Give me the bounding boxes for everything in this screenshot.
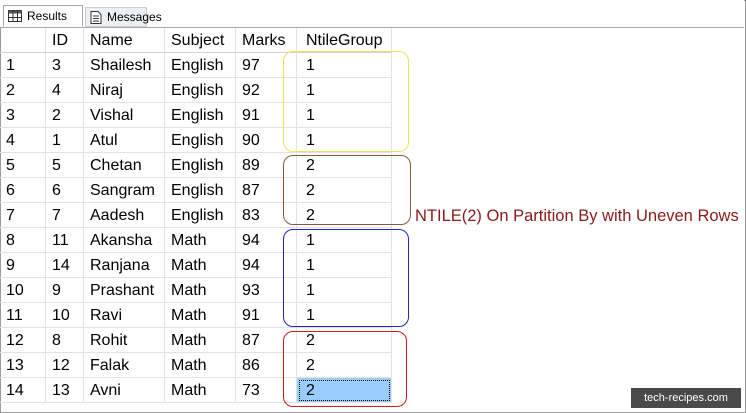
- watermark: tech-recipes.com: [631, 388, 741, 408]
- row-number-cell[interactable]: 5: [0, 153, 46, 178]
- cell-id[interactable]: 12: [46, 353, 84, 378]
- cell-id[interactable]: 1: [46, 128, 84, 153]
- cell-subject[interactable]: English: [165, 78, 236, 103]
- cell-subject[interactable]: English: [165, 128, 236, 153]
- annotation-text: NTILE(2) On Partition By with Uneven Row…: [415, 207, 739, 225]
- cell-id[interactable]: 2: [46, 103, 84, 128]
- cell-subject[interactable]: English: [165, 53, 236, 78]
- cell-name[interactable]: Atul: [84, 128, 165, 153]
- cell-subject[interactable]: Math: [165, 353, 236, 378]
- row-number-cell[interactable]: 11: [0, 303, 46, 328]
- cell-id[interactable]: 11: [46, 228, 84, 253]
- cell-name[interactable]: Prashant: [84, 278, 165, 303]
- cell-subject[interactable]: Math: [165, 328, 236, 353]
- cell-subject[interactable]: English: [165, 203, 236, 228]
- cell-name[interactable]: Ranjana: [84, 253, 165, 278]
- cell-id[interactable]: 3: [46, 53, 84, 78]
- column-header-subject[interactable]: Subject: [165, 28, 236, 53]
- cell-name[interactable]: Rohit: [84, 328, 165, 353]
- cell-id[interactable]: 6: [46, 178, 84, 203]
- row-number-cell[interactable]: 1: [0, 53, 46, 78]
- column-header-name[interactable]: Name: [84, 28, 165, 53]
- cell-name[interactable]: Falak: [84, 353, 165, 378]
- row-number-cell[interactable]: 4: [0, 128, 46, 153]
- row-number-cell[interactable]: 12: [0, 328, 46, 353]
- column-header-marks[interactable]: Marks: [236, 28, 297, 53]
- cell-name[interactable]: Niraj: [84, 78, 165, 103]
- cell-name[interactable]: Shailesh: [84, 53, 165, 78]
- cell-subject[interactable]: English: [165, 178, 236, 203]
- document-icon: [90, 11, 102, 24]
- row-number-cell[interactable]: 8: [0, 228, 46, 253]
- cell-subject[interactable]: English: [165, 103, 236, 128]
- cell-subject[interactable]: Math: [165, 378, 236, 403]
- cell-id[interactable]: 10: [46, 303, 84, 328]
- row-number-cell[interactable]: 2: [0, 78, 46, 103]
- cell-subject[interactable]: Math: [165, 303, 236, 328]
- cell-id[interactable]: 8: [46, 328, 84, 353]
- row-number-cell[interactable]: 10: [0, 278, 46, 303]
- tab-bar: Results Messages: [0, 0, 744, 28]
- group-box-math-1: [283, 229, 409, 327]
- cell-id[interactable]: 4: [46, 78, 84, 103]
- row-number-cell[interactable]: 3: [0, 103, 46, 128]
- cell-subject[interactable]: Math: [165, 278, 236, 303]
- row-number-cell[interactable]: 6: [0, 178, 46, 203]
- group-box-english-1: [283, 51, 409, 152]
- cell-id[interactable]: 13: [46, 378, 84, 403]
- tab-messages[interactable]: Messages: [85, 7, 162, 27]
- cell-name[interactable]: Chetan: [84, 153, 165, 178]
- cell-id[interactable]: 5: [46, 153, 84, 178]
- grid-icon: [8, 10, 22, 22]
- cell-name[interactable]: Ravi: [84, 303, 165, 328]
- tab-messages-label: Messages: [107, 10, 162, 24]
- column-header-row-number[interactable]: [0, 28, 46, 53]
- cell-name[interactable]: Akansha: [84, 228, 165, 253]
- row-number-cell[interactable]: 7: [0, 203, 46, 228]
- cell-name[interactable]: Avni: [84, 378, 165, 403]
- group-box-english-2: [283, 155, 411, 225]
- column-header-ntile-group[interactable]: NtileGroup: [297, 28, 392, 53]
- cell-id[interactable]: 14: [46, 253, 84, 278]
- tab-results[interactable]: Results: [3, 5, 83, 27]
- tab-results-label: Results: [27, 9, 68, 23]
- cell-subject[interactable]: English: [165, 153, 236, 178]
- cell-subject[interactable]: Math: [165, 228, 236, 253]
- row-number-cell[interactable]: 14: [0, 378, 46, 403]
- row-number-cell[interactable]: 9: [0, 253, 46, 278]
- row-number-cell[interactable]: 13: [0, 353, 46, 378]
- cell-name[interactable]: Sangram: [84, 178, 165, 203]
- column-header-id[interactable]: ID: [46, 28, 84, 53]
- cell-name[interactable]: Aadesh: [84, 203, 165, 228]
- group-box-math-2: [283, 331, 407, 407]
- cell-name[interactable]: Vishal: [84, 103, 165, 128]
- cell-id[interactable]: 7: [46, 203, 84, 228]
- cell-id[interactable]: 9: [46, 278, 84, 303]
- cell-subject[interactable]: Math: [165, 253, 236, 278]
